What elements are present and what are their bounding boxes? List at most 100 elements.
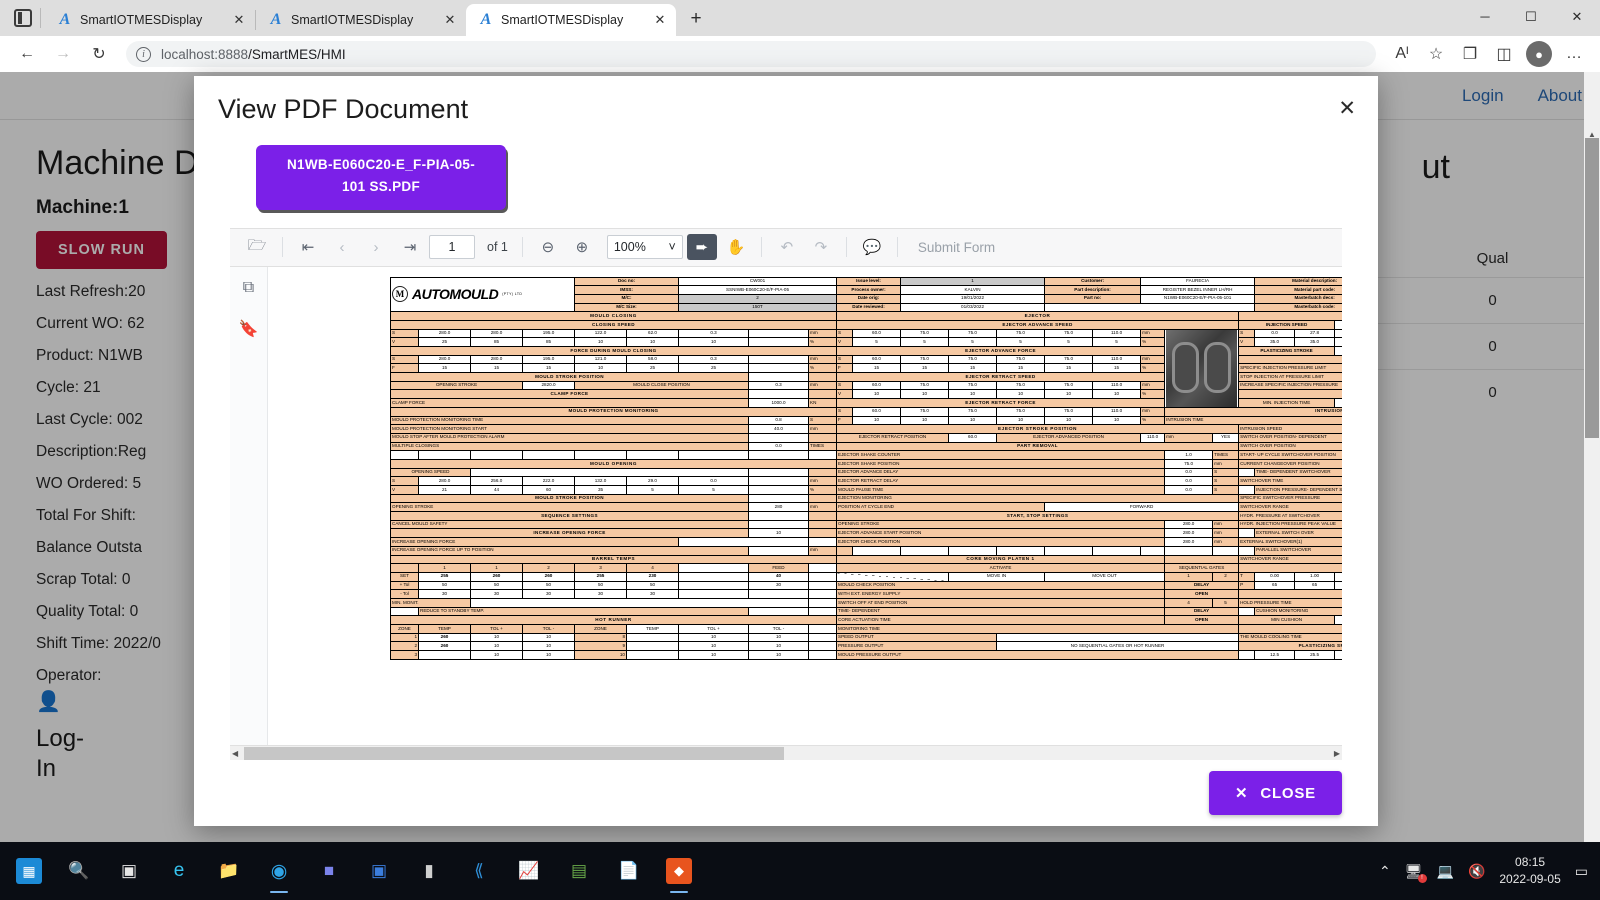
back-button[interactable]: ← bbox=[10, 39, 44, 69]
tab-search-icon[interactable] bbox=[14, 9, 32, 27]
eaf-s-v2: 75.0 bbox=[901, 355, 949, 364]
page-scrollbar[interactable]: ▲ bbox=[1584, 72, 1600, 842]
split-screen-icon[interactable]: ◫ bbox=[1488, 39, 1520, 69]
browser-tab-3-active[interactable]: A SmartIOTMESDisplay ✕ bbox=[466, 4, 676, 36]
comment-icon[interactable]: 💬 bbox=[857, 234, 887, 260]
os-s-v4: 132.0 bbox=[575, 477, 627, 486]
read-aloud-icon[interactable]: Aᴵ bbox=[1386, 39, 1418, 69]
erf-f-unit: % bbox=[1141, 416, 1165, 425]
reload-button[interactable]: ↻ bbox=[82, 39, 116, 69]
taskbar-vscode-icon[interactable]: ⟪ bbox=[456, 847, 502, 895]
hr-r1-tolp2: 10 bbox=[679, 633, 749, 642]
collections-icon[interactable]: ❐ bbox=[1454, 39, 1486, 69]
notification-center-icon[interactable]: ▭ bbox=[1575, 863, 1588, 880]
taskbar-edge-legacy-icon[interactable]: e bbox=[156, 847, 202, 895]
tray-expand-icon[interactable]: ⌃ bbox=[1379, 863, 1391, 880]
start-button[interactable]: ▦ bbox=[6, 847, 52, 895]
hr-head-tolp: TOL + bbox=[471, 625, 523, 634]
tray-monitor-icon[interactable]: 💻 bbox=[1437, 863, 1454, 880]
zoom-out-icon[interactable]: ⊖ bbox=[533, 234, 563, 260]
maximize-button[interactable]: ☐ bbox=[1508, 0, 1554, 33]
close-button[interactable]: ✕ CLOSE bbox=[1209, 771, 1342, 815]
ejector-check-position-value: 280.0 bbox=[1165, 538, 1213, 547]
next-page-icon[interactable]: › bbox=[361, 234, 391, 260]
os-v-label: V bbox=[391, 486, 419, 495]
barrel-set-2: 260 bbox=[471, 572, 523, 581]
taskbar-clock[interactable]: 08:15 2022-09-05 bbox=[1499, 854, 1560, 889]
tab-close-icon[interactable]: ✕ bbox=[229, 10, 249, 30]
taskbar-edge-icon[interactable]: ◉ bbox=[256, 847, 302, 895]
more-settings-icon[interactable]: … bbox=[1558, 39, 1590, 69]
search-button[interactable]: 🔍 bbox=[56, 847, 102, 895]
undo-icon[interactable]: ↶ bbox=[772, 234, 802, 260]
first-page-icon[interactable]: ⇤ bbox=[293, 234, 323, 260]
pdf-horizontal-scrollbar[interactable]: ◀ ▶ bbox=[230, 745, 1342, 760]
mc-label: M/C: bbox=[575, 294, 679, 303]
forward-button[interactable]: → bbox=[46, 39, 80, 69]
tab-close-icon[interactable]: ✕ bbox=[650, 10, 670, 30]
redo-icon[interactable]: ↷ bbox=[806, 234, 836, 260]
fc-s-label: S bbox=[391, 355, 419, 364]
gate-col-1: 1 bbox=[1165, 572, 1213, 581]
select-tool-icon[interactable]: ➨ bbox=[687, 234, 717, 260]
os-s-v5: 29.0 bbox=[627, 477, 679, 486]
scrollbar-thumb[interactable] bbox=[1585, 138, 1599, 438]
browser-tab-2[interactable]: A SmartIOTMESDisplay ✕ bbox=[256, 4, 466, 36]
taskbar-orange-app-icon[interactable]: ◆ bbox=[656, 847, 702, 895]
taskbar-stack-icon[interactable]: ▤ bbox=[556, 847, 602, 895]
scroll-right-arrow-icon[interactable]: ▶ bbox=[1334, 749, 1340, 758]
page-number-input[interactable]: 1 bbox=[429, 235, 475, 259]
zoom-level-select[interactable]: 100% ˅ bbox=[607, 235, 683, 259]
open-file-icon[interactable]: 🗁 bbox=[242, 234, 272, 260]
favorite-star-icon[interactable]: ☆ bbox=[1420, 39, 1452, 69]
browser-tab-1[interactable]: A SmartIOTMESDisplay ✕ bbox=[45, 4, 255, 36]
page-thumbnails-icon[interactable]: ⧉ bbox=[243, 279, 254, 297]
divider bbox=[846, 237, 847, 257]
tab-close-icon[interactable]: ✕ bbox=[440, 10, 460, 30]
barrel-head-0 bbox=[391, 564, 419, 573]
site-info-icon[interactable]: i bbox=[136, 47, 151, 62]
pdf-canvas[interactable]: M AUTOMOULD (PTY) LTD Doc no: CW001 Issu… bbox=[268, 267, 1342, 745]
tray-volume-muted-icon[interactable]: 🔇 bbox=[1468, 863, 1485, 880]
time-dependent-switchover-label: TIME- DEPENDENT SWITCHOVER bbox=[1255, 468, 1342, 477]
task-view-button[interactable]: ▣ bbox=[106, 847, 152, 895]
minimize-button[interactable]: ─ bbox=[1462, 0, 1508, 33]
pan-tool-icon[interactable]: ✋ bbox=[721, 234, 751, 260]
modal-close-icon[interactable]: ✕ bbox=[1338, 96, 1356, 121]
tab-favicon-icon: A bbox=[480, 12, 492, 28]
zoom-in-icon[interactable]: ⊕ bbox=[567, 234, 597, 260]
pdf-file-chip[interactable]: N1WB-E060C20-E_F-PIA-05- 101 SS.PDF bbox=[256, 145, 506, 210]
new-tab-button[interactable]: + bbox=[682, 5, 710, 33]
taskbar-blue-app-icon[interactable]: ▣ bbox=[356, 847, 402, 895]
taskbar-teams-icon[interactable]: ■ bbox=[306, 847, 352, 895]
eaf-f-v4: 15 bbox=[997, 364, 1045, 373]
core-diagonal bbox=[837, 572, 949, 581]
erf-f-v3: 10 bbox=[949, 416, 997, 425]
opening-stroke-label: OPENING STROKE bbox=[391, 381, 523, 390]
advance-delay-value: 0.0 bbox=[1165, 468, 1213, 477]
plast-v3: 37.5 bbox=[1335, 651, 1342, 660]
last-page-icon[interactable]: ⇥ bbox=[395, 234, 425, 260]
address-bar[interactable]: i localhost:8888/SmartMES/HMI bbox=[126, 41, 1376, 67]
prev-page-icon[interactable]: ‹ bbox=[327, 234, 357, 260]
ers-v-unit: % bbox=[1141, 390, 1165, 399]
scroll-left-arrow-icon[interactable]: ◀ bbox=[232, 749, 238, 758]
taskbar-notes-icon[interactable]: 📄 bbox=[606, 847, 652, 895]
hscrollbar-thumb[interactable] bbox=[244, 747, 784, 760]
taskbar-terminal-icon[interactable]: ▮ bbox=[406, 847, 452, 895]
taskbar-folder-icon[interactable]: 📁 bbox=[206, 847, 252, 895]
hp-p-1: 65 bbox=[1255, 581, 1295, 590]
hp-p-2: 65 bbox=[1295, 581, 1335, 590]
submit-form-button[interactable]: Submit Form bbox=[918, 240, 995, 255]
tray-network-alert-icon[interactable]: 🖥! bbox=[1405, 863, 1423, 880]
window-close-button[interactable]: ✕ bbox=[1554, 0, 1600, 33]
closing-speed-title: CLOSING SPEED bbox=[391, 320, 837, 329]
bookmark-icon[interactable]: 🔖 bbox=[239, 319, 259, 339]
blank bbox=[749, 468, 809, 477]
taskbar-chart-icon[interactable]: 📈 bbox=[506, 847, 552, 895]
modal-footer: ✕ CLOSE bbox=[194, 760, 1378, 826]
taskbar-apps: ▦ 🔍 ▣ e 📁 ◉ ■ ▣ ▮ ⟪ 📈 ▤ 📄 ◆ bbox=[0, 842, 1600, 900]
blank bbox=[809, 625, 837, 634]
eaf-s-v3: 75.0 bbox=[949, 355, 997, 364]
profile-avatar[interactable]: ● bbox=[1526, 41, 1552, 67]
